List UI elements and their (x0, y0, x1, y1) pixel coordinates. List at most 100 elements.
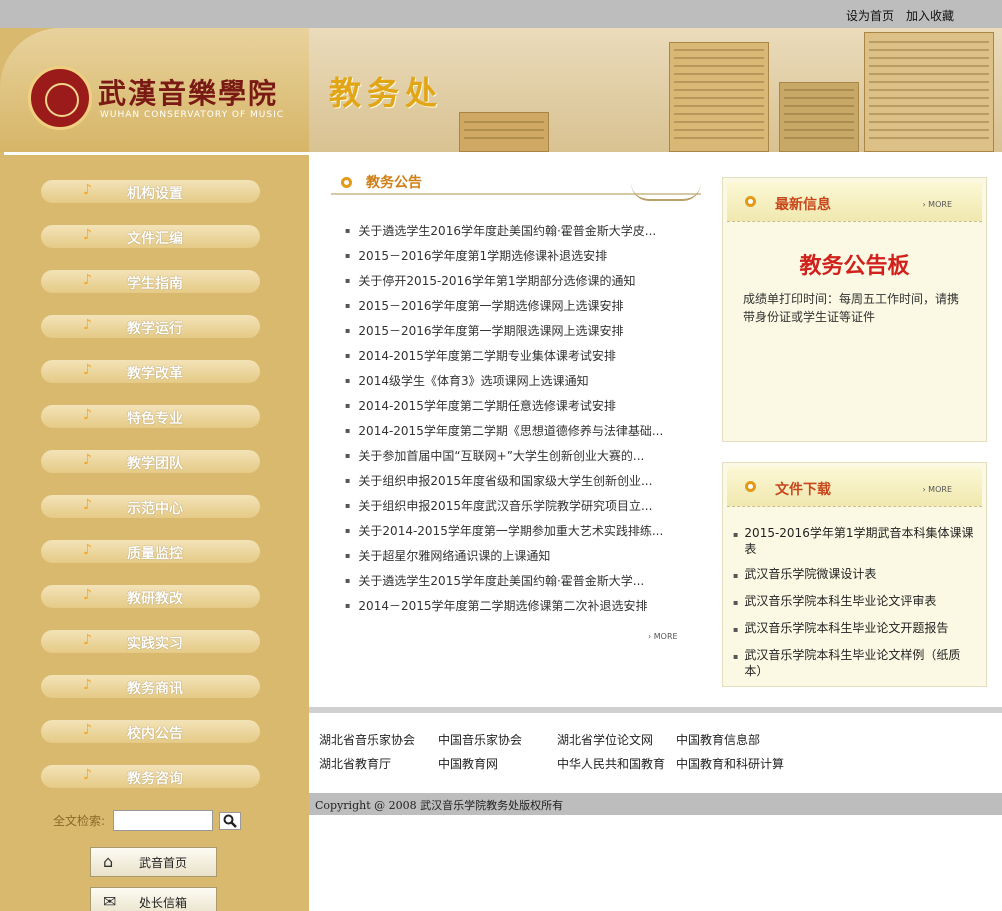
music-note-icon: ♪ (83, 317, 92, 333)
divider (4, 152, 309, 155)
list-item[interactable]: 2014-2015学年度第二学期《思想道德修养与法律基础... (345, 418, 663, 443)
circle-bullet-icon (745, 481, 756, 492)
menu-item-docs[interactable]: ♪ 文件汇编 (41, 225, 260, 248)
downloads-more-link[interactable]: › MORE (922, 485, 952, 494)
friend-link[interactable]: 中国教育和科研计算 (676, 755, 795, 772)
friend-link[interactable]: 中国音乐家协会 (438, 731, 557, 748)
downloads-header: 文件下载 › MORE (727, 467, 982, 507)
menu-item-news[interactable]: ♪ 教务商讯 (41, 675, 260, 698)
side-menu: ♪ 机构设置 ♪ 文件汇编 ♪ 学生指南 ♪ 教学运行 ♪ 教学改革 ♪ 特色专业 ♪ 教学团… (41, 180, 260, 810)
friend-link[interactable]: 中国教育网 (438, 755, 557, 772)
list-item[interactable]: 关于停开2015-2016学年第1学期部分选修课的通知 (345, 268, 663, 293)
logo-area: 武漢音樂學院 WUHAN CONSERVATORY OF MUSIC (0, 28, 309, 152)
music-note-icon: ♪ (83, 407, 92, 423)
menu-item-demo[interactable]: ♪ 示范中心 (41, 495, 260, 518)
link-grid: 湖北省音乐家协会 中国音乐家协会 湖北省学位论文网 中国教育信息部 湖北省教育厅… (319, 731, 795, 772)
music-note-icon: ♪ (83, 632, 92, 648)
building-image (459, 112, 549, 152)
notice-list: 关于遴选学生2016学年度赴美国约翰·霍普金斯大学皮... 2015－2016学… (345, 218, 663, 618)
music-note-icon: ♪ (83, 182, 92, 198)
list-item[interactable]: 关于2014-2015学年度第一学期参加重大艺术实践排练... (345, 518, 663, 543)
downloads-list: 2015-2016学年第1学期武音本科集体课课表 武汉音乐学院微课设计表 武汉音… (733, 521, 978, 684)
list-item[interactable]: 2014-2015学年度第二学期任意选修课考试安排 (345, 393, 663, 418)
music-note-icon: ♪ (83, 452, 92, 468)
friend-links: 湖北省音乐家协会 中国音乐家协会 湖北省学位论文网 中国教育信息部 湖北省教育厅… (309, 713, 1002, 793)
music-note-icon: ♪ (83, 587, 92, 603)
building-image (669, 42, 769, 152)
menu-item-research[interactable]: ♪ 教研教改 (41, 585, 260, 608)
list-item[interactable]: 2015－2016学年度第一学期选修课网上选课安排 (345, 293, 663, 318)
latest-more-link[interactable]: › MORE (922, 200, 952, 209)
music-note-icon: ♪ (83, 272, 92, 288)
downloads-title: 文件下载 (775, 482, 831, 498)
list-item[interactable]: 关于超星尔雅网络通识课的上课通知 (345, 543, 663, 568)
friend-link[interactable]: 湖北省音乐家协会 (319, 731, 438, 748)
circle-bullet-icon (341, 176, 352, 188)
building-image (779, 82, 859, 152)
list-item[interactable]: 2014－2015学年度第二学期选修课第二次补退选安排 (345, 593, 663, 618)
banner-title: 教务处 (329, 74, 444, 112)
notices-more-link[interactable]: › MORE (648, 632, 678, 641)
menu-item-announce[interactable]: ♪ 校内公告 (41, 720, 260, 743)
list-item[interactable]: 关于组织申报2015年度武汉音乐学院教学研究项目立... (345, 493, 663, 518)
footer-blank (309, 815, 1002, 911)
menu-item-featured[interactable]: ♪ 特色专业 (41, 405, 260, 428)
school-home-button[interactable]: ⌂ 武音首页 (90, 847, 217, 877)
list-item[interactable]: 关于遴选学生2016学年度赴美国约翰·霍普金斯大学皮... (345, 218, 663, 243)
list-item[interactable]: 武汉音乐学院本科生毕业论文样例（纸质本） (733, 643, 978, 684)
friend-link[interactable]: 湖北省学位论文网 (557, 731, 676, 748)
search-input[interactable] (113, 810, 213, 831)
set-homepage-link[interactable]: 设为首页 (846, 7, 894, 24)
music-note-icon: ♪ (83, 497, 92, 513)
home-icon: ⌂ (103, 852, 114, 871)
notices-title: 教务公告 (366, 175, 422, 191)
search-row: 全文检索: (53, 810, 241, 831)
list-item[interactable]: 关于遴选学生2015学年度赴美国约翰·霍普金斯大学... (345, 568, 663, 593)
menu-item-team[interactable]: ♪ 教学团队 (41, 450, 260, 473)
menu-item-reform[interactable]: ♪ 教学改革 (41, 360, 260, 383)
search-icon (223, 814, 237, 828)
search-label: 全文检索: (53, 814, 106, 828)
director-mailbox-button[interactable]: ✉ 处长信箱 (90, 887, 217, 911)
music-note-icon: ♪ (83, 542, 92, 558)
friend-link[interactable]: 湖北省教育厅 (319, 755, 438, 772)
latest-info-header: 最新信息 › MORE (727, 182, 982, 222)
list-item[interactable]: 武汉音乐学院本科生毕业论文开题报告 (733, 616, 978, 643)
latest-info-title: 最新信息 (775, 197, 831, 213)
top-links: 设为首页 加入收藏 (846, 7, 954, 24)
menu-item-operation[interactable]: ♪ 教学运行 (41, 315, 260, 338)
add-favorite-link[interactable]: 加入收藏 (906, 7, 954, 24)
music-note-icon: ♪ (83, 362, 92, 378)
menu-item-practice[interactable]: ♪ 实践实习 (41, 630, 260, 653)
list-item[interactable]: 2015－2016学年度第一学期限选课网上选课安排 (345, 318, 663, 343)
search-button[interactable] (219, 811, 241, 830)
menu-item-org[interactable]: ♪ 机构设置 (41, 180, 260, 203)
logo-english: WUHAN CONSERVATORY OF MUSIC (100, 110, 285, 120)
top-bar: 设为首页 加入收藏 (0, 0, 1002, 28)
menu-item-quality[interactable]: ♪ 质量监控 (41, 540, 260, 563)
music-note-icon: ♪ (83, 767, 92, 783)
board-title: 教务公告板 (799, 254, 910, 279)
friend-link[interactable]: 中华人民共和国教育 (557, 755, 676, 772)
list-item[interactable]: 关于组织申报2015年度省级和国家级大学生创新创业... (345, 468, 663, 493)
music-note-icon: ♪ (83, 227, 92, 243)
swirl-decoration (631, 183, 701, 201)
list-item[interactable]: 2014-2015学年度第二学期专业集体课考试安排 (345, 343, 663, 368)
list-item[interactable]: 2015-2016学年第1学期武音本科集体课课表 (733, 521, 978, 562)
school-emblem-icon (28, 66, 92, 130)
latest-info-panel: 最新信息 › MORE 教务公告板 成绩单打印时间：每周五工作时间，请携带身份证… (722, 177, 987, 442)
menu-item-guide[interactable]: ♪ 学生指南 (41, 270, 260, 293)
menu-item-consult[interactable]: ♪ 教务咨询 (41, 765, 260, 788)
list-item[interactable]: 武汉音乐学院微课设计表 (733, 562, 978, 589)
list-item[interactable]: 武汉音乐学院本科生毕业论文评审表 (733, 589, 978, 616)
left-sidebar: 武漢音樂學院 WUHAN CONSERVATORY OF MUSIC ♪ 机构设置… (0, 28, 309, 911)
list-item[interactable]: 关于参加首届中国“互联网+”大学生创新创业大赛的... (345, 443, 663, 468)
list-item[interactable]: 2014级学生《体育3》选项课网上选课通知 (345, 368, 663, 393)
list-item[interactable]: 2015－2016学年度第1学期选修课补退选安排 (345, 243, 663, 268)
notices-header: 教务公告 (341, 172, 422, 192)
mailbox-icon: ✉ (103, 892, 117, 911)
downloads-panel: 文件下载 › MORE 2015-2016学年第1学期武音本科集体课课表 武汉音… (722, 462, 987, 687)
board-text: 成绩单打印时间：每周五工作时间，请携带身份证或学生证等证件 (743, 292, 960, 324)
friend-link[interactable]: 中国教育信息部 (676, 731, 795, 748)
building-image (864, 32, 994, 152)
